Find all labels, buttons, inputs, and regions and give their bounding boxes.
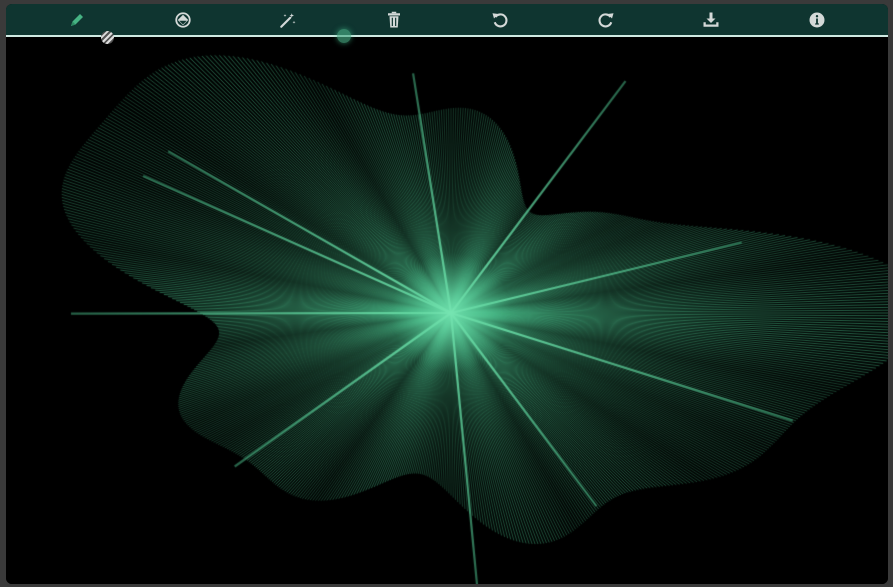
drawing-window bbox=[6, 4, 888, 584]
magic-wand-tool-button[interactable] bbox=[273, 6, 303, 34]
clear-button[interactable] bbox=[379, 6, 409, 34]
art-canvas[interactable] bbox=[6, 37, 888, 584]
toolbar bbox=[6, 4, 888, 35]
trash-icon bbox=[388, 11, 401, 27]
fill-icon bbox=[174, 11, 191, 28]
redo-button[interactable] bbox=[591, 6, 621, 34]
download-icon bbox=[703, 12, 719, 27]
pencil-icon bbox=[70, 13, 83, 26]
info-button[interactable] bbox=[802, 6, 832, 34]
app-frame bbox=[0, 0, 893, 587]
undo-icon bbox=[492, 12, 508, 27]
brush-preview bbox=[101, 31, 114, 44]
drawing-canvas[interactable] bbox=[6, 37, 888, 584]
undo-button[interactable] bbox=[485, 6, 515, 34]
redo-icon bbox=[598, 12, 614, 27]
download-button[interactable] bbox=[696, 6, 726, 34]
fill-tool-button[interactable] bbox=[168, 6, 198, 34]
magic-wand-icon bbox=[280, 12, 296, 28]
cursor-dot bbox=[337, 29, 351, 43]
pencil-tool-button[interactable] bbox=[62, 6, 92, 34]
info-icon bbox=[809, 12, 825, 27]
